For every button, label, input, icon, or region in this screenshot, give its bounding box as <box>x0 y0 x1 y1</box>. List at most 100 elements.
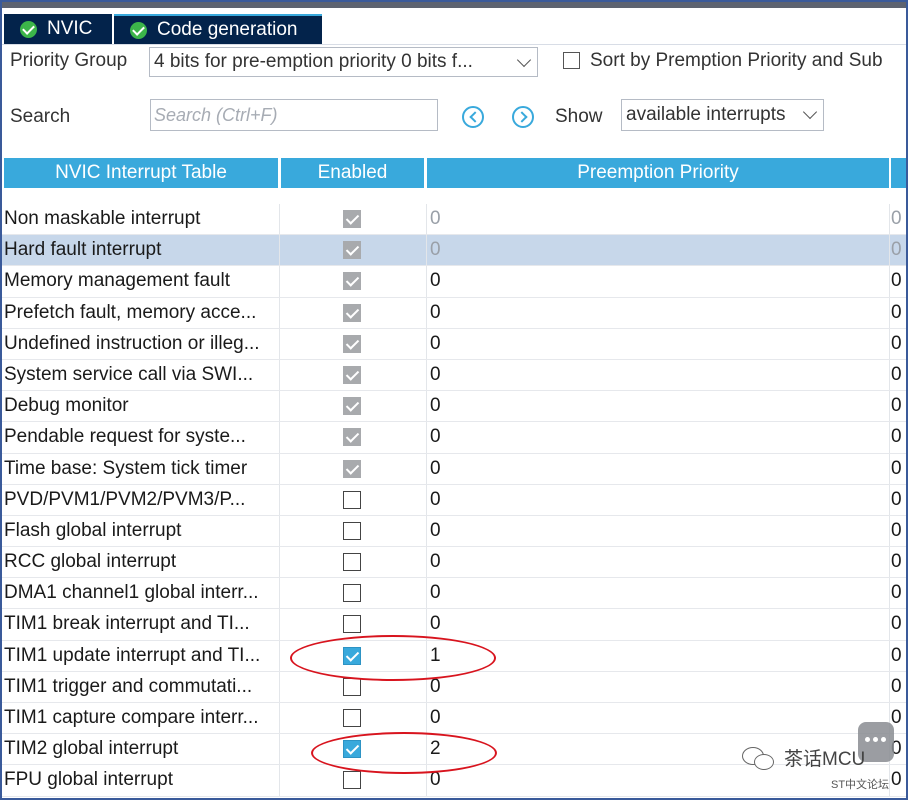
sub-priority-cell[interactable]: 0 <box>891 391 902 421</box>
preemption-priority-cell[interactable]: 0 <box>430 703 441 733</box>
enabled-checkbox[interactable] <box>343 677 361 696</box>
interrupt-name: DMA1 channel1 global interr... <box>4 582 259 604</box>
enabled-checkbox <box>343 459 361 478</box>
col-header-enabled[interactable]: Enabled <box>281 158 424 188</box>
column-divider <box>889 671 890 702</box>
preemption-priority-cell[interactable]: 0 <box>430 329 441 359</box>
column-divider <box>279 235 280 266</box>
sub-priority-cell[interactable]: 0 <box>891 547 902 577</box>
preemption-priority-cell[interactable]: 0 <box>430 204 441 234</box>
table-row[interactable]: Time base: System tick timer 0 0 <box>2 453 906 485</box>
sort-checkbox[interactable] <box>563 52 580 69</box>
enabled-checkbox <box>343 365 361 384</box>
preemption-priority-cell[interactable]: 0 <box>430 422 441 452</box>
column-divider <box>426 328 427 359</box>
enabled-checkbox[interactable] <box>343 709 361 727</box>
column-divider <box>279 765 280 796</box>
enabled-checkbox <box>343 428 361 447</box>
table-row[interactable]: RCC global interrupt 0 0 <box>2 547 906 579</box>
table-row[interactable]: PVD/PVM1/PVM2/PVM3/P... 0 0 <box>2 484 906 516</box>
column-divider <box>889 422 890 453</box>
table-row[interactable]: Hard fault interrupt 0 0 <box>2 235 906 267</box>
sub-priority-cell[interactable]: 0 <box>891 454 902 484</box>
sub-priority-cell[interactable]: 0 <box>891 765 902 795</box>
preemption-priority-cell[interactable]: 0 <box>430 235 441 265</box>
search-placeholder: Search (Ctrl+F) <box>154 105 278 125</box>
watermark-brand: 茶话MCU <box>784 749 866 770</box>
sub-priority-cell[interactable]: 0 <box>891 329 902 359</box>
enabled-checkbox <box>343 334 361 353</box>
column-divider <box>426 703 427 734</box>
table-row[interactable]: Pendable request for syste... 0 0 <box>2 422 906 454</box>
sub-priority-cell[interactable]: 0 <box>891 235 902 265</box>
col-header-interrupt[interactable]: NVIC Interrupt Table <box>4 158 278 188</box>
sub-priority-cell[interactable]: 0 <box>891 298 902 328</box>
column-divider <box>279 484 280 515</box>
sub-priority-cell[interactable]: 0 <box>891 266 902 296</box>
table-row[interactable]: Non maskable interrupt 0 0 <box>2 204 906 236</box>
table-row[interactable]: Undefined instruction or illeg... 0 0 <box>2 328 906 360</box>
preemption-priority-cell[interactable]: 0 <box>430 516 441 546</box>
column-divider <box>279 640 280 671</box>
col-header-sub-priority[interactable] <box>891 158 906 188</box>
search-input[interactable]: Search (Ctrl+F) <box>150 99 438 131</box>
priority-group-select[interactable]: 4 bits for pre-emption priority 0 bits f… <box>149 47 538 77</box>
interrupt-name: System service call via SWI... <box>4 363 254 385</box>
column-divider <box>279 391 280 422</box>
column-divider <box>279 609 280 640</box>
sub-priority-cell[interactable]: 0 <box>891 516 902 546</box>
interrupt-name: Undefined instruction or illeg... <box>4 332 260 354</box>
sort-label: Sort by Premption Priority and Sub <box>590 50 883 71</box>
preemption-priority-cell[interactable]: 0 <box>430 578 441 608</box>
preemption-priority-cell[interactable]: 0 <box>430 391 441 421</box>
col-header-preemption[interactable]: Preemption Priority <box>427 158 889 188</box>
column-divider <box>279 671 280 702</box>
enabled-checkbox[interactable] <box>343 615 361 634</box>
column-divider <box>279 422 280 453</box>
enabled-checkbox[interactable] <box>343 553 361 572</box>
enabled-checkbox[interactable] <box>343 490 361 509</box>
table-row[interactable]: TIM1 break interrupt and TI... 0 0 <box>2 609 906 641</box>
sub-priority-cell[interactable]: 0 <box>891 204 902 234</box>
enabled-checkbox <box>343 210 361 228</box>
search-label: Search <box>10 106 71 127</box>
search-prev-button[interactable] <box>462 106 484 128</box>
preemption-priority-cell[interactable]: 0 <box>430 266 441 296</box>
column-divider <box>279 359 280 391</box>
show-value: available interrupts <box>626 104 786 125</box>
sub-priority-cell[interactable]: 0 <box>891 422 902 452</box>
preemption-priority-cell[interactable]: 0 <box>430 485 441 515</box>
tab-nvic[interactable]: NVIC <box>4 14 112 44</box>
sub-priority-cell[interactable]: 0 <box>891 641 902 671</box>
table-row[interactable]: Debug monitor 0 0 <box>2 391 906 423</box>
table-row[interactable]: Flash global interrupt 0 0 <box>2 515 906 548</box>
preemption-priority-cell[interactable]: 0 <box>430 360 441 390</box>
sub-priority-cell[interactable]: 0 <box>891 360 902 390</box>
sub-priority-cell[interactable]: 0 <box>891 485 902 515</box>
preemption-priority-cell[interactable]: 0 <box>430 298 441 328</box>
table-row[interactable]: TIM1 capture compare interr... 0 0 <box>2 703 906 735</box>
preemption-priority-cell[interactable]: 0 <box>430 547 441 577</box>
preemption-priority-cell[interactable]: 0 <box>430 454 441 484</box>
column-divider <box>426 297 427 328</box>
column-divider <box>889 297 890 328</box>
table-row[interactable]: Prefetch fault, memory acce... 0 0 <box>2 297 906 329</box>
preemption-priority-cell[interactable]: 0 <box>430 609 441 639</box>
search-next-button[interactable] <box>512 106 534 128</box>
sub-priority-cell[interactable]: 0 <box>891 672 902 702</box>
sub-priority-cell[interactable]: 0 <box>891 578 902 608</box>
column-divider <box>279 266 280 297</box>
enabled-checkbox <box>343 303 361 322</box>
table-header: NVIC Interrupt Table Enabled Preemption … <box>2 158 906 188</box>
show-select[interactable]: available interrupts <box>621 99 824 131</box>
table-row[interactable]: System service call via SWI... 0 0 <box>2 359 906 392</box>
sub-priority-cell[interactable]: 0 <box>891 609 902 639</box>
tab-code-generation[interactable]: Code generation <box>114 14 322 44</box>
enabled-checkbox[interactable] <box>343 771 361 790</box>
column-divider <box>426 515 427 547</box>
table-row[interactable]: DMA1 channel1 global interr... 0 0 <box>2 578 906 610</box>
table-row[interactable]: Memory management fault 0 0 <box>2 266 906 298</box>
interrupt-name: TIM1 update interrupt and TI... <box>4 644 261 666</box>
enabled-checkbox[interactable] <box>343 521 361 540</box>
enabled-checkbox[interactable] <box>343 584 361 603</box>
